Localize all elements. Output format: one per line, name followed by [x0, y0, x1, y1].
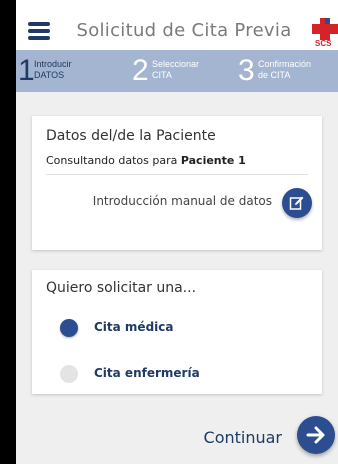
- option-label[interactable]: Cita médica: [94, 320, 174, 334]
- step-label-line2: CITA: [152, 70, 172, 80]
- step-number: 2: [132, 54, 149, 87]
- patient-data-card: Datos del/de la Paciente Consultando dat…: [32, 116, 322, 250]
- cross-logo-icon: [312, 18, 338, 40]
- step-number: 1: [18, 54, 35, 87]
- top-app-bar: Solicitud de Cita Previa SCS: [16, 0, 338, 50]
- request-type-card: Quiero solicitar una... Cita médica Cita…: [32, 270, 322, 394]
- page-title: Solicitud de Cita Previa: [76, 20, 292, 41]
- edit-icon: [289, 196, 304, 210]
- patient-card-title: Datos del/de la Paciente: [46, 128, 216, 144]
- request-card-title: Quiero solicitar una...: [46, 280, 197, 296]
- step-label-line1: Seleccionar: [152, 59, 200, 69]
- continue-label[interactable]: Continuar: [204, 428, 282, 447]
- radio-selected-icon[interactable]: [60, 319, 78, 337]
- step-number: 3: [238, 54, 255, 87]
- manual-entry-label[interactable]: Introducción manual de datos: [93, 194, 272, 208]
- progress-steps: 1 Introducir DATOS 2 Seleccionar CITA 3 …: [16, 50, 338, 92]
- option-label[interactable]: Cita enfermería: [94, 366, 200, 380]
- continue-button[interactable]: [297, 416, 335, 454]
- logo-text: SCS: [315, 39, 332, 48]
- step-label-line2: DATOS: [34, 70, 65, 80]
- app-screen: Solicitud de Cita Previa SCS 1 Introduci…: [16, 0, 338, 464]
- manual-entry-button[interactable]: [282, 188, 312, 218]
- hamburger-menu-icon[interactable]: [28, 22, 50, 42]
- card-divider: [46, 174, 308, 175]
- scs-logo: SCS: [312, 18, 338, 48]
- arrow-right-icon: [306, 426, 325, 444]
- consulting-prefix: Consultando datos para: [46, 154, 178, 167]
- patient-name: Paciente 1: [180, 154, 246, 167]
- step-label-line1: Introducir: [34, 59, 72, 69]
- step-label-line2: de CITA: [258, 70, 291, 80]
- consulting-text: Consultando datos para Paciente 1: [46, 154, 246, 167]
- step-label-line1: Confirmación: [258, 59, 312, 69]
- radio-unselected-icon[interactable]: [60, 365, 78, 383]
